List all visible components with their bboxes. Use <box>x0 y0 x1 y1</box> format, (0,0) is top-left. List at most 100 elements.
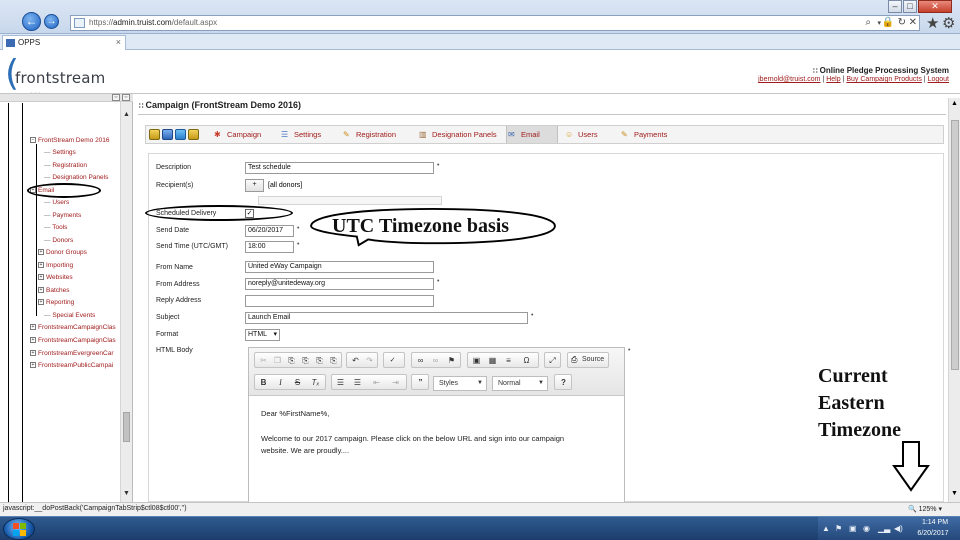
toolbar-icon-2[interactable] <box>162 129 173 140</box>
format-select[interactable]: HTML ▾ <box>245 329 280 341</box>
paste-word-icon[interactable]: ⎘ <box>327 355 340 367</box>
paste-text-icon[interactable]: ⎘ <box>299 355 312 367</box>
toolbar-icon-3[interactable] <box>175 129 186 140</box>
show-hidden-icon[interactable]: ▲ <box>822 524 830 533</box>
scroll-up-icon[interactable]: ▲ <box>951 100 958 107</box>
format-block-select[interactable]: Normal ▼ <box>492 376 548 391</box>
from-address-input[interactable]: noreply@unitedeway.org <box>245 278 434 290</box>
sidebar-item-frontstreamcampaignclas[interactable]: + FrontstreamCampaignClas <box>30 324 116 331</box>
tab-close-icon[interactable]: × <box>116 37 121 47</box>
anchor-flag-icon[interactable]: ⚑ <box>445 355 458 367</box>
sidebar-item-special-events[interactable]: — Special Events <box>44 312 95 319</box>
unlink-icon[interactable]: ∞ <box>429 355 442 367</box>
sidebar-expand-button[interactable]: ⇔ <box>112 94 120 101</box>
editor-content[interactable]: Dear %FirstName%, Welcome to our 2017 ca… <box>261 408 611 457</box>
help-link[interactable]: Help <box>826 76 840 83</box>
expand-icon[interactable]: + <box>30 324 36 331</box>
expand-icon[interactable]: + <box>38 249 44 256</box>
dropdown-icon[interactable]: ▾ <box>877 19 881 27</box>
styles-select[interactable]: Styles ▼ <box>433 376 487 391</box>
action-flag-icon[interactable]: ⚑ <box>835 524 842 533</box>
sidebar-item-reporting[interactable]: + Reporting <box>38 299 74 306</box>
main-scrollbar[interactable]: ▲ ▼ <box>948 98 960 502</box>
expand-icon[interactable]: + <box>38 299 44 306</box>
html-editor[interactable]: ✂ ❐ ⎘ ⎘ ⎘ ⎘ ↶ ↷ ✓ ∞ ∞ ⚑ ▣ ▦ ≡ Ω ⤢ ⎙ Sour… <box>248 347 625 503</box>
toolbar-icon-1[interactable] <box>149 129 160 140</box>
address-bar[interactable]: https://admin.truist.com/default.aspx ⌕ … <box>70 15 920 31</box>
strikethrough-icon[interactable]: S <box>291 377 304 389</box>
tab-settings[interactable]: ☰ Settings <box>280 126 336 143</box>
sidebar-item-payments[interactable]: — Payments <box>44 212 81 219</box>
paste-word-icon[interactable]: ⎘ <box>313 355 326 367</box>
outdent-icon[interactable]: ⇤ <box>370 377 383 389</box>
toolbar-icon-4[interactable] <box>188 129 199 140</box>
scroll-thumb[interactable] <box>951 120 959 370</box>
sidebar-item-frontstream-demo-2016[interactable]: − FrontStream Demo 2016 <box>30 137 110 144</box>
sidebar-item-frontstreamevergreencar[interactable]: + FrontstreamEvergreenCar <box>30 350 114 357</box>
search-icon[interactable]: ⌕ <box>865 17 871 28</box>
add-recipient-button[interactable]: + <box>245 179 264 192</box>
italic-icon[interactable]: I <box>274 377 287 389</box>
sidebar-item-settings[interactable]: — Settings <box>44 149 76 156</box>
network-icon[interactable]: ▁▃ <box>878 524 890 533</box>
expand-icon[interactable]: + <box>38 262 44 269</box>
address-text[interactable]: https://admin.truist.com/default.aspx <box>89 18 217 27</box>
indent-icon[interactable]: ⇥ <box>389 377 402 389</box>
sidebar-item-designation-panels[interactable]: — Designation Panels <box>44 174 108 181</box>
expand-icon[interactable]: + <box>30 362 36 369</box>
undo-icon[interactable]: ↶ <box>349 355 362 367</box>
stop-icon[interactable]: ✕ <box>909 17 917 28</box>
volume-icon[interactable]: ◀) <box>894 524 903 533</box>
cut-icon[interactable]: ✂ <box>257 355 270 367</box>
sidebar-item-frontstreamcampaignclas[interactable]: + FrontstreamCampaignClas <box>30 337 116 344</box>
tray-app-icon[interactable]: ▣ <box>849 524 857 533</box>
sidebar-item-importing[interactable]: + Importing <box>38 262 73 269</box>
spellcheck-icon[interactable]: ✓ <box>386 355 399 367</box>
clock-date[interactable]: 6/20/2017 <box>911 530 955 537</box>
sidebar-item-frontstreampubliccampai[interactable]: + FrontstreamPublicCampai <box>30 362 113 369</box>
collapse-icon[interactable]: − <box>30 137 36 144</box>
send-time-input[interactable]: 18:00 <box>245 241 294 253</box>
send-date-input[interactable]: 06/20/2017 <box>245 225 294 237</box>
source-button[interactable]: ⎙ Source <box>567 352 609 368</box>
expand-icon[interactable]: + <box>30 350 36 357</box>
tray-app-icon[interactable]: ◉ <box>863 524 870 533</box>
subject-input[interactable]: Launch Email <box>245 312 528 324</box>
expand-icon[interactable]: + <box>38 274 44 281</box>
sidebar-item-donor-groups[interactable]: + Donor Groups <box>38 249 87 256</box>
tab-campaign[interactable]: ✱ Campaign <box>213 126 273 143</box>
special-char-icon[interactable]: Ω <box>520 355 533 367</box>
sidebar-item-registration[interactable]: — Registration <box>44 162 87 169</box>
sidebar-item-donors[interactable]: — Donors <box>44 237 73 244</box>
scroll-down-icon[interactable]: ▼ <box>123 490 130 497</box>
image-icon[interactable]: ▣ <box>470 355 483 367</box>
zoom-level[interactable]: 🔍 125% ▾ <box>908 505 942 513</box>
table-icon[interactable]: ▦ <box>486 355 499 367</box>
sidebar-item-tools[interactable]: — Tools <box>44 224 67 231</box>
from-name-input[interactable]: United eWay Campaign <box>245 261 434 273</box>
bullet-list-icon[interactable]: ☰ <box>351 377 364 389</box>
maximize-button[interactable]: □ <box>903 0 917 13</box>
lock-icon[interactable]: 🔒 <box>882 17 894 28</box>
sidebar-item-users[interactable]: — Users <box>44 199 69 206</box>
redo-icon[interactable]: ↷ <box>363 355 376 367</box>
numbered-list-icon[interactable]: ☰ <box>334 377 347 389</box>
minimize-button[interactable]: – <box>888 0 902 13</box>
close-button[interactable]: ✕ <box>918 0 952 13</box>
user-email-link[interactable]: jbernold@truist.com <box>758 76 820 83</box>
refresh-icon[interactable]: ↻ <box>898 17 906 28</box>
logout-link[interactable]: Logout <box>928 76 949 83</box>
clear-format-icon[interactable]: Tₓ <box>309 377 322 389</box>
settings-gear-icon[interactable]: ⚙ <box>942 14 955 32</box>
horizontal-rule-icon[interactable]: ≡ <box>502 355 515 367</box>
link-icon[interactable]: ∞ <box>414 355 427 367</box>
maximize-icon[interactable]: ⤢ <box>546 355 559 367</box>
tab-email[interactable]: ✉ Email <box>506 126 558 143</box>
tab-registration[interactable]: ✎ Registration <box>342 126 412 143</box>
start-button[interactable] <box>3 518 35 540</box>
scroll-down-icon[interactable]: ▼ <box>951 490 958 497</box>
scroll-thumb[interactable] <box>123 412 130 442</box>
forward-button[interactable]: → <box>44 14 59 29</box>
tab-payments[interactable]: ✎ Payments <box>620 126 680 143</box>
buy-products-link[interactable]: Buy Campaign Products <box>846 76 921 83</box>
